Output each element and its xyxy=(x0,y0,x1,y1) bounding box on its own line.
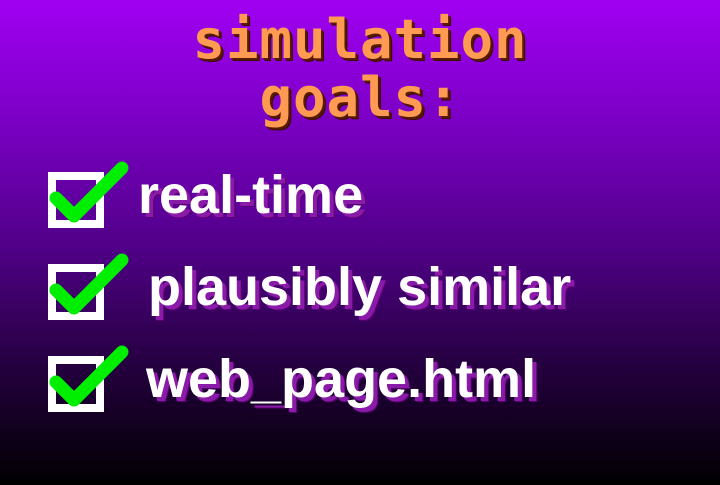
checkmark-icon xyxy=(49,161,129,223)
goal-label: plausibly similar xyxy=(148,257,572,317)
goal-label: real-time xyxy=(138,165,364,225)
title-line-1: simulation xyxy=(192,8,528,71)
goal-item-real-time: real-time xyxy=(44,158,684,238)
checkmark-icon xyxy=(49,345,129,407)
checkmark-icon xyxy=(49,253,129,315)
goal-label: web_page.html xyxy=(146,349,537,409)
title-line-2: goals: xyxy=(259,66,461,129)
goal-item-plausibly-similar: plausibly similar xyxy=(44,250,684,330)
goal-item-web-page: web_page.html xyxy=(44,342,684,422)
